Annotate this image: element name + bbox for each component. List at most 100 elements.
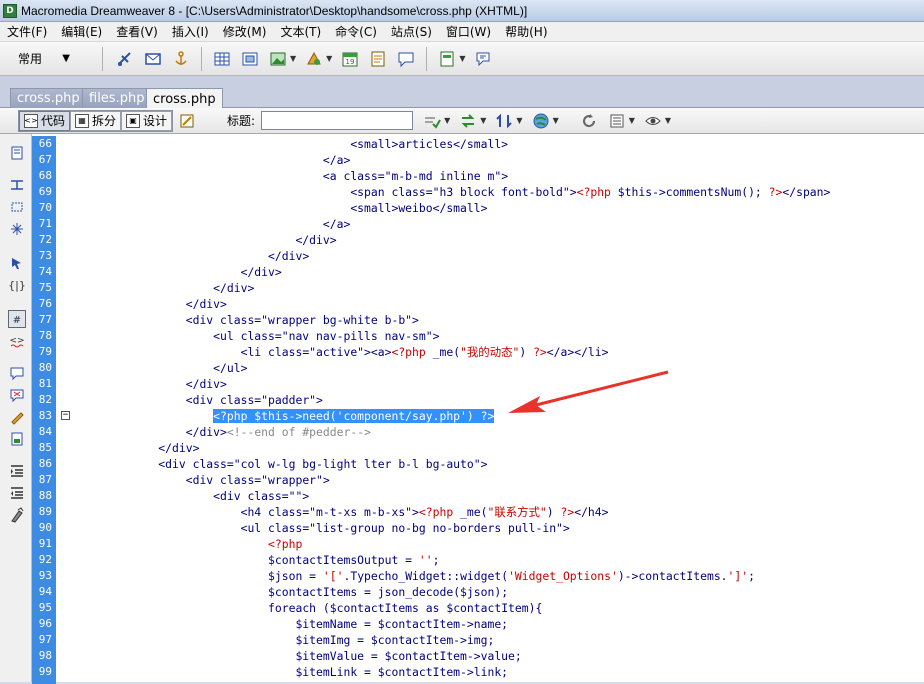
menu-help[interactable]: 帮助(H) (498, 23, 554, 40)
line-numbers-icon[interactable]: # (8, 310, 26, 328)
tab-files-php[interactable]: files.php (82, 88, 152, 108)
view-options-icon[interactable] (606, 110, 628, 132)
outdent-code-icon[interactable] (8, 484, 26, 502)
refresh-icon[interactable] (578, 110, 600, 132)
recent-snippets-icon[interactable] (8, 430, 26, 448)
code-line[interactable]: $itemImg = $contactItem->img; (76, 632, 494, 648)
code-line[interactable]: </div> (76, 376, 227, 392)
server-side-include-icon[interactable] (367, 48, 389, 70)
design-view-button[interactable]: ▣ 设计 (121, 110, 173, 131)
media-icon[interactable] (303, 48, 325, 70)
code-view-button[interactable]: <> 代码 (19, 110, 71, 131)
open-documents-icon[interactable] (8, 144, 26, 162)
code-line[interactable]: $contactItemsOutput = ''; (76, 552, 439, 568)
split-view-button[interactable]: ▦ 拆分 (70, 110, 122, 131)
chevron-down-icon[interactable]: ▼ (444, 116, 450, 125)
code-line[interactable]: <ul class="nav nav-pills nav-sm"> (76, 328, 439, 344)
title-input[interactable] (261, 111, 414, 130)
file-transfer-icon[interactable] (457, 110, 479, 132)
code-line[interactable]: <?php $this->need('component/say.php') ?… (76, 408, 495, 424)
menu-commands[interactable]: 命令(C) (328, 23, 384, 40)
code-line[interactable]: </div> (76, 440, 199, 456)
comment-icon[interactable] (395, 48, 417, 70)
balance-braces-icon[interactable]: {|} (8, 276, 26, 294)
layer-icon[interactable] (239, 48, 261, 70)
chevron-down-icon[interactable]: ▼ (480, 116, 486, 125)
chevron-down-icon[interactable]: ▼ (553, 116, 559, 125)
menu-window[interactable]: 窗口(W) (439, 23, 498, 40)
menu-file[interactable]: 文件(F) (0, 23, 54, 40)
code-line[interactable]: <small>articles</small> (76, 136, 508, 152)
live-data-icon[interactable] (176, 110, 198, 132)
line-number: 98 (38, 649, 52, 662)
code-line[interactable]: $contactItems = json_decode($json); (76, 584, 508, 600)
code-line[interactable]: </div> (76, 296, 227, 312)
highlight-invalid-code-icon[interactable]: <> (8, 332, 26, 350)
code-line[interactable]: $itemName = $contactItem->name; (76, 616, 508, 632)
menu-view[interactable]: 查看(V) (109, 23, 165, 40)
remove-comment-icon[interactable] (8, 386, 26, 404)
get-put-icon[interactable] (493, 110, 515, 132)
select-parent-tag-icon[interactable] (8, 254, 26, 272)
insert-category-dropdown[interactable]: 常用 ▼ (8, 47, 80, 71)
preview-in-browser-icon[interactable] (530, 110, 552, 132)
validate-markup-icon[interactable] (421, 110, 443, 132)
hyperlink-icon[interactable] (114, 48, 136, 70)
code-line[interactable]: foreach ($contactItems as $contactItem){ (76, 600, 542, 616)
table-icon[interactable] (211, 48, 233, 70)
menu-insert[interactable]: 插入(I) (165, 23, 216, 40)
code-line[interactable]: </ul> (76, 360, 247, 376)
code-line[interactable]: <ul class="list-group no-bg no-borders p… (76, 520, 570, 536)
line-number: 71 (38, 217, 52, 230)
format-source-code-icon[interactable] (8, 506, 26, 524)
tag-chooser-icon[interactable] (472, 48, 494, 70)
code-line[interactable]: <li class="active"><a><?php _me("我的动态") … (76, 344, 609, 360)
tab-cross-php[interactable]: cross.php (10, 88, 87, 108)
expand-all-icon[interactable] (8, 220, 26, 238)
email-link-icon[interactable] (142, 48, 164, 70)
chevron-down-icon[interactable]: ▼ (516, 116, 522, 125)
apply-comment-icon[interactable] (8, 364, 26, 382)
menu-edit[interactable]: 编辑(E) (54, 23, 109, 40)
chevron-down-icon[interactable]: ▼ (326, 54, 332, 63)
code-line[interactable]: </div><!--end of #pedder--> (76, 424, 371, 440)
code-line[interactable]: <div class=""> (76, 488, 309, 504)
code-line[interactable]: <div class="padder"> (76, 392, 323, 408)
chevron-down-icon[interactable]: ▼ (665, 116, 671, 125)
code-line[interactable]: </div> (76, 248, 309, 264)
code-editor[interactable]: <small>articles</small> </a> <a class="m… (74, 134, 924, 682)
code-line[interactable]: <div class="col w-lg bg-light lter b-l b… (76, 456, 487, 472)
menu-modify[interactable]: 修改(M) (216, 23, 274, 40)
code-line[interactable]: </div> (76, 264, 282, 280)
chevron-down-icon[interactable]: ▼ (629, 116, 635, 125)
visual-aids-icon[interactable] (642, 110, 664, 132)
date-icon[interactable]: 19 (339, 48, 361, 70)
code-line[interactable]: <h4 class="m-t-xs m-b-xs"><?php _me("联系方… (76, 504, 609, 520)
code-line[interactable]: $itemLink = $contactItem->link; (76, 664, 508, 680)
menu-site[interactable]: 站点(S) (384, 23, 439, 40)
wrap-tag-icon[interactable] (8, 408, 26, 426)
code-line[interactable]: <small>weibo</small> (76, 200, 487, 216)
collapse-full-tag-icon[interactable] (8, 176, 26, 194)
code-line[interactable]: <span class="h3 block font-bold"><?php $… (76, 184, 830, 200)
menu-text[interactable]: 文本(T) (273, 23, 328, 40)
image-icon[interactable] (267, 48, 289, 70)
code-line[interactable]: </div> (76, 232, 336, 248)
code-line[interactable]: <div class="wrapper bg-white b-b"> (76, 312, 419, 328)
code-line[interactable]: </a> (76, 152, 350, 168)
fold-marker-icon[interactable]: − (61, 411, 70, 420)
code-line[interactable]: <a class="m-b-md inline m"> (76, 168, 508, 184)
named-anchor-icon[interactable] (170, 48, 192, 70)
collapse-selection-icon[interactable] (8, 198, 26, 216)
code-line[interactable]: $itemValue = $contactItem->value; (76, 648, 521, 664)
code-line[interactable]: </a> (76, 216, 350, 232)
code-line[interactable]: </div> (76, 280, 254, 296)
chevron-down-icon[interactable]: ▼ (459, 54, 465, 63)
code-line[interactable]: <?php (76, 536, 302, 552)
code-line[interactable]: <div class="wrapper"> (76, 472, 330, 488)
templates-icon[interactable] (436, 48, 458, 70)
code-line[interactable]: $json = '['.Typecho_Widget::widget('Widg… (76, 568, 755, 584)
indent-code-icon[interactable] (8, 462, 26, 480)
chevron-down-icon[interactable]: ▼ (290, 54, 296, 63)
tab-cross-php-active[interactable]: cross.php (146, 88, 223, 109)
